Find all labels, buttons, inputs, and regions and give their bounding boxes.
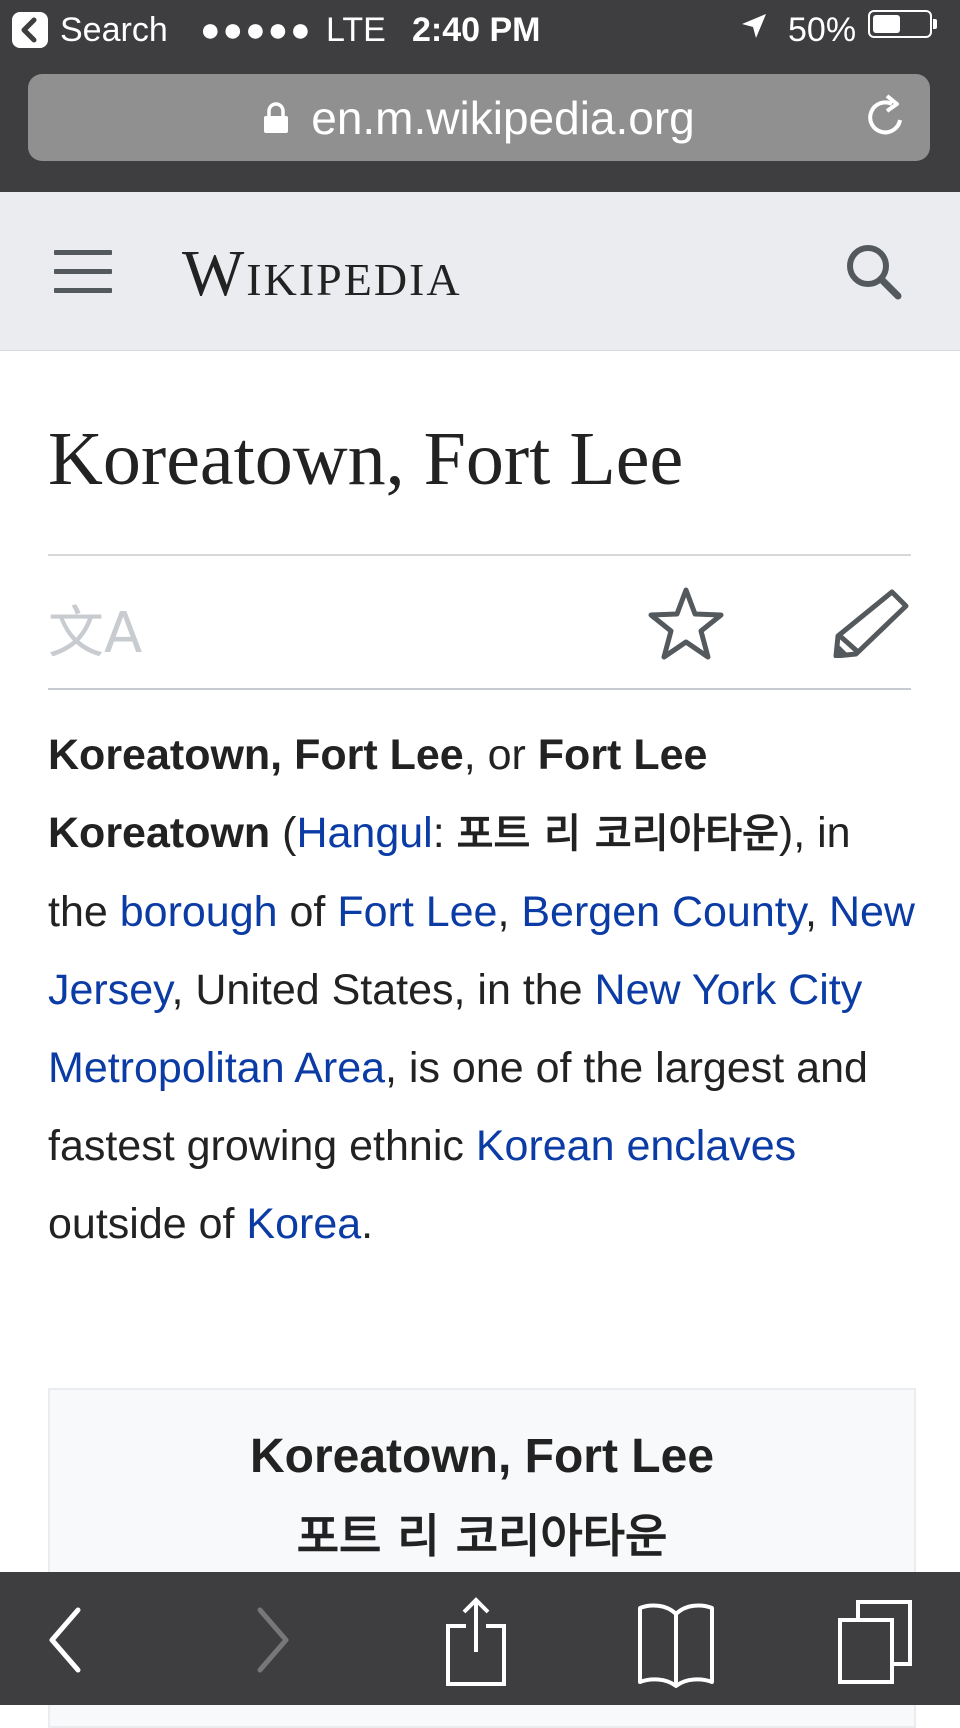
- bold-term: Koreatown, Fort Lee: [48, 731, 464, 779]
- chevron-right-icon[interactable]: [254, 1596, 294, 1691]
- reload-icon[interactable]: [862, 92, 910, 153]
- clock: 2:40 PM: [412, 11, 541, 49]
- link-bergen-county[interactable]: Bergen County: [521, 888, 805, 936]
- back-arrow-icon: [12, 12, 48, 48]
- location-arrow-icon: [738, 10, 770, 51]
- status-bar: Search ●●●●● LTE 2:40 PM 50%: [0, 0, 960, 62]
- link-hangul[interactable]: Hangul: [296, 809, 432, 857]
- lead-paragraph: Koreatown, Fort Lee, or Fort Lee Koreato…: [48, 731, 915, 1248]
- link-korea[interactable]: Korea: [246, 1200, 361, 1248]
- tabs-icon[interactable]: [836, 1596, 916, 1693]
- search-icon[interactable]: [842, 240, 906, 309]
- browser-address-area: en.m.wikipedia.org: [0, 62, 960, 192]
- infobox-native-name: 포트 리 코리아타운: [296, 1508, 668, 1563]
- share-icon[interactable]: [444, 1596, 508, 1693]
- infobox-title: Koreatown, Fort Lee: [249, 1430, 715, 1483]
- url-text: en.m.wikipedia.org: [311, 91, 695, 144]
- wikipedia-wordmark[interactable]: Wikipedia: [182, 236, 462, 312]
- actions-divider: [48, 688, 911, 690]
- title-divider: [48, 554, 911, 556]
- signal-strength: ●●●●●: [200, 11, 313, 49]
- link-fort-lee[interactable]: Fort Lee: [337, 888, 497, 936]
- site-header: Wikipedia: [0, 192, 960, 351]
- language-icon[interactable]: 文A: [48, 588, 142, 669]
- carrier-label: LTE: [326, 11, 386, 49]
- battery-icon: [868, 10, 937, 38]
- hamburger-menu-icon[interactable]: [54, 250, 112, 307]
- pencil-icon[interactable]: [832, 588, 910, 663]
- link-korean-enclaves[interactable]: Korean enclaves: [476, 1122, 796, 1170]
- hangul-text: 포트 리 코리아타운: [456, 811, 779, 857]
- lock-icon: [263, 91, 289, 145]
- browser-toolbar: [0, 1572, 960, 1705]
- page-title: Koreatown, Fort Lee: [48, 417, 684, 501]
- battery-percentage: 50%: [788, 11, 857, 49]
- address-bar[interactable]: en.m.wikipedia.org: [28, 74, 930, 161]
- back-to-app-button[interactable]: Search: [12, 10, 168, 50]
- star-icon[interactable]: [646, 584, 726, 669]
- link-borough[interactable]: borough: [120, 888, 278, 936]
- chevron-left-icon[interactable]: [44, 1596, 84, 1691]
- back-app-label: Search: [60, 11, 168, 49]
- book-icon[interactable]: [636, 1596, 716, 1693]
